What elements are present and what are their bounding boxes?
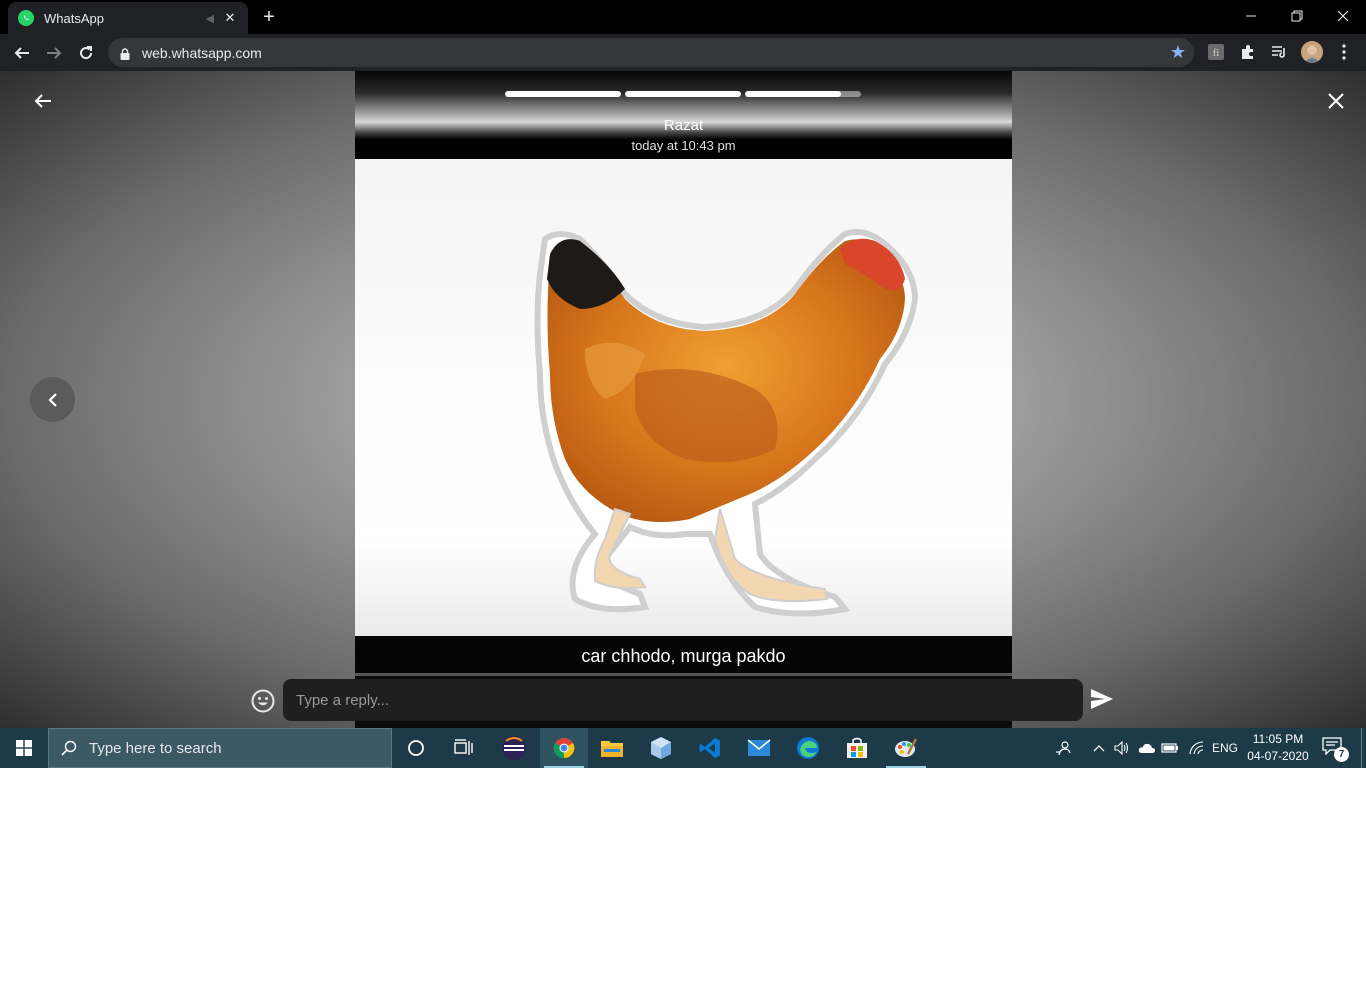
windows-taskbar: Type here to search ENG 11:05 PM 04-07-2… bbox=[0, 728, 1366, 768]
browser-tab-whatsapp[interactable]: WhatsApp ◀ ✕ bbox=[8, 2, 248, 34]
clock-time: 11:05 PM bbox=[1252, 732, 1304, 746]
emoji-icon bbox=[251, 689, 275, 713]
window-close-button[interactable] bbox=[1320, 0, 1366, 32]
status-timestamp: today at 10:43 pm bbox=[631, 138, 736, 153]
battery-icon[interactable] bbox=[1160, 738, 1180, 758]
previous-status-button[interactable] bbox=[30, 377, 75, 422]
back-button[interactable] bbox=[8, 39, 36, 67]
people-icon[interactable] bbox=[1053, 738, 1073, 758]
search-icon bbox=[61, 740, 77, 756]
status-caption: car chhodo, murga pakdo bbox=[581, 646, 786, 666]
tab-close-icon[interactable]: ✕ bbox=[222, 10, 238, 26]
task-view-icon[interactable] bbox=[440, 728, 488, 768]
send-icon bbox=[1091, 689, 1113, 709]
start-button[interactable] bbox=[0, 728, 48, 768]
mail-icon[interactable] bbox=[735, 728, 783, 768]
reload-icon bbox=[80, 46, 93, 60]
whatsapp-icon bbox=[18, 10, 34, 26]
cortana-icon[interactable] bbox=[392, 728, 440, 768]
forward-button[interactable] bbox=[40, 39, 68, 67]
status-header: Razat today at 10:43 pm bbox=[355, 71, 1012, 159]
restore-button[interactable] bbox=[1274, 0, 1320, 32]
file-explorer-icon[interactable] bbox=[588, 728, 636, 768]
progress-segment bbox=[505, 91, 621, 97]
chevron-up-icon[interactable] bbox=[1089, 738, 1109, 758]
progress-segment bbox=[625, 91, 741, 97]
svg-text:fi: fi bbox=[1213, 47, 1220, 59]
screen: WhatsApp ◀ ✕ + web.whatsapp.com ★ fi Raz… bbox=[0, 0, 1366, 768]
show-desktop-button[interactable] bbox=[1361, 728, 1366, 768]
status-back-button[interactable] bbox=[28, 86, 58, 116]
back-arrow-icon bbox=[14, 47, 29, 59]
browser-toolbar: web.whatsapp.com ★ fi bbox=[0, 34, 1366, 71]
hen-image bbox=[534, 229, 919, 617]
back-arrow-icon bbox=[34, 94, 51, 108]
3d-viewer-icon[interactable] bbox=[637, 728, 685, 768]
edge-icon[interactable] bbox=[784, 728, 832, 768]
url-text: web.whatsapp.com bbox=[142, 44, 262, 61]
windows-logo-icon bbox=[16, 740, 32, 756]
clock-date: 04-07-2020 bbox=[1247, 749, 1309, 763]
search-placeholder: Type here to search bbox=[89, 739, 222, 757]
wifi-icon[interactable] bbox=[1186, 738, 1206, 758]
tab-title: WhatsApp bbox=[44, 10, 104, 26]
send-button[interactable] bbox=[1089, 687, 1115, 713]
input-language[interactable]: ENG bbox=[1212, 741, 1238, 755]
status-panel: Razat today at 10:43 pm car chhodo, murg… bbox=[355, 71, 1012, 728]
status-caption-bar: car chhodo, murga pakdo bbox=[355, 636, 1012, 676]
reload-button[interactable] bbox=[72, 39, 100, 67]
minimize-button[interactable] bbox=[1228, 0, 1274, 32]
onedrive-icon[interactable] bbox=[1137, 738, 1157, 758]
chevron-left-icon bbox=[47, 392, 57, 407]
volume-icon[interactable] bbox=[1112, 738, 1132, 758]
vscode-icon[interactable] bbox=[686, 728, 734, 768]
close-icon bbox=[1328, 93, 1344, 109]
browser-menu-icon[interactable] bbox=[1334, 42, 1354, 62]
status-contact-name[interactable]: Razat bbox=[355, 117, 1012, 134]
reply-bar bbox=[0, 676, 1366, 728]
action-center-button[interactable]: 7 bbox=[1322, 737, 1349, 762]
status-viewer: Razat today at 10:43 pm car chhodo, murg… bbox=[0, 71, 1366, 728]
status-media-image bbox=[355, 159, 1012, 636]
taskbar-clock[interactable]: 11:05 PM 04-07-2020 bbox=[1246, 731, 1310, 765]
profile-avatar[interactable] bbox=[1301, 41, 1323, 63]
status-close-button[interactable] bbox=[1321, 86, 1351, 116]
chrome-icon[interactable] bbox=[540, 728, 588, 768]
taskbar-search-box[interactable]: Type here to search bbox=[48, 728, 392, 768]
new-tab-button[interactable]: + bbox=[258, 6, 280, 28]
browser-tab-bar: WhatsApp ◀ ✕ + bbox=[0, 0, 1366, 34]
emoji-button[interactable] bbox=[250, 688, 276, 714]
status-progress-bar bbox=[505, 91, 861, 97]
address-bar[interactable]: web.whatsapp.com ★ bbox=[108, 38, 1194, 67]
extension-icon[interactable]: fi bbox=[1206, 42, 1226, 62]
notification-count-badge: 7 bbox=[1334, 747, 1349, 762]
extensions-puzzle-icon[interactable] bbox=[1238, 42, 1258, 62]
paint-icon[interactable] bbox=[882, 728, 930, 768]
eclipse-icon[interactable] bbox=[490, 728, 538, 768]
forward-arrow-icon bbox=[47, 47, 62, 59]
mute-icon[interactable]: ◀ bbox=[206, 12, 214, 25]
reply-input[interactable] bbox=[283, 679, 1083, 721]
lock-icon bbox=[120, 47, 130, 60]
store-icon[interactable] bbox=[833, 728, 881, 768]
progress-segment bbox=[745, 91, 861, 97]
media-queue-icon[interactable] bbox=[1269, 42, 1289, 62]
bookmark-star-icon[interactable]: ★ bbox=[1170, 43, 1186, 61]
